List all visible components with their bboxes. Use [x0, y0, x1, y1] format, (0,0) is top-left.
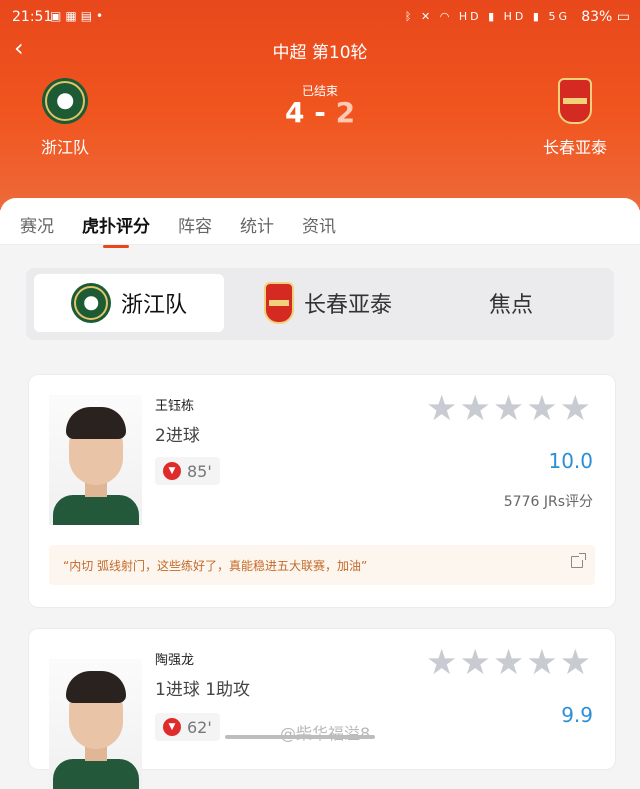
star-icon[interactable]: ★ — [493, 643, 526, 683]
player-name: 陶强龙 — [155, 653, 195, 668]
watermark: @柴华福溢8 — [280, 724, 371, 743]
match-header: 21:51 ▣▦▤• ᛒ ✕ ◠ HD ▮ HD ▮ 5G 83% ▭ ‹ 中超… — [0, 0, 640, 210]
star-icon[interactable]: ★ — [560, 643, 593, 683]
score-separator: - — [314, 96, 326, 129]
signal-icon: ▮ — [488, 10, 498, 23]
subtab-home-team[interactable]: 浙江队 — [34, 274, 224, 332]
external-link-icon[interactable] — [571, 553, 586, 568]
dot-icon: • — [96, 9, 108, 23]
subtab-label: 浙江队 — [120, 293, 187, 318]
star-icon[interactable]: ★ — [493, 389, 526, 429]
wifi-icon: ◠ — [439, 10, 453, 23]
away-team-name: 长春亚泰 — [542, 138, 607, 157]
battery-icon: ▭ — [616, 9, 630, 25]
star-icon[interactable]: ★ — [426, 389, 459, 429]
rating-votes: 5776 JRs评分 — [503, 494, 593, 510]
notification-icons: ▣▦▤• — [50, 9, 107, 23]
hot-comment[interactable]: “内切 弧线射门，这些练好了，真能稳进五大联赛，加油” — [49, 545, 595, 585]
tab-news[interactable]: 资讯 — [302, 212, 336, 237]
zhejiang-logo-icon — [70, 283, 111, 323]
doc-icon: ▤ — [80, 9, 97, 23]
player-photo — [49, 395, 142, 525]
player-photo — [49, 659, 142, 789]
away-score: 2 — [335, 96, 356, 129]
subtab-focus[interactable]: 焦点 — [426, 274, 596, 332]
match-round-title: 中超 第10轮 — [272, 43, 368, 63]
tab-ratings[interactable]: 虎扑评分 — [82, 212, 150, 248]
star-icon[interactable]: ★ — [560, 389, 593, 429]
tab-match-live[interactable]: 赛况 — [20, 212, 54, 237]
star-icon[interactable]: ★ — [459, 389, 492, 429]
home-score: 4 — [284, 96, 305, 129]
mute-icon: ✕ — [421, 10, 434, 23]
hd-label: HD — [503, 10, 527, 23]
star-icon[interactable]: ★ — [426, 643, 459, 683]
team-selector: 浙江队 长春亚泰 焦点 — [26, 268, 614, 340]
sub-off-icon: ▼ — [163, 718, 181, 736]
sub-minute: 85' — [187, 461, 212, 481]
player-name: 王钰栋 — [155, 399, 195, 414]
changchun-logo-icon — [263, 282, 294, 324]
player-rating-card[interactable]: 王钰栋 2进球 ▼ 85' ★★★★★ 10.0 5776 JRs评分 “内切 … — [28, 374, 616, 608]
star-icon[interactable]: ★ — [526, 643, 559, 683]
away-team[interactable]: 长春亚泰 — [510, 78, 640, 158]
indicator-icons: ᛒ ✕ ◠ HD ▮ HD ▮ 5G — [405, 10, 570, 23]
signal-icon: ▮ — [532, 10, 542, 23]
battery-level: 83% ▭ — [581, 9, 630, 25]
substitution-badge: ▼ 62' — [155, 713, 220, 741]
player-stat: 2进球 — [155, 426, 200, 446]
substitution-badge: ▼ 85' — [155, 457, 220, 485]
sub-off-icon: ▼ — [163, 462, 181, 480]
rating-stars[interactable]: ★★★★★ — [426, 391, 593, 427]
app-icon: ▦ — [65, 9, 81, 23]
sub-minute: 62' — [187, 717, 212, 737]
home-indicator[interactable] — [225, 735, 375, 739]
player-rating: 9.9 — [561, 703, 593, 727]
star-icon[interactable]: ★ — [526, 389, 559, 429]
comment-text: “内切 弧线射门，这些练好了，真能稳进五大联赛，加油” — [63, 559, 368, 573]
changchun-logo-icon — [558, 78, 592, 124]
player-rating-card[interactable]: 陶强龙 1进球 1助攻 ▼ 62' ★★★★★ 9.9 — [28, 628, 616, 789]
status-bar: 21:51 ▣▦▤• ᛒ ✕ ◠ HD ▮ HD ▮ 5G 83% ▭ — [0, 6, 640, 30]
image-icon: ▣ — [50, 9, 66, 23]
subtab-label: 长春亚泰 — [303, 293, 392, 318]
subtab-away-team[interactable]: 长春亚泰 — [228, 274, 428, 332]
home-team-name: 浙江队 — [40, 138, 89, 157]
tab-bar: 赛况 虎扑评分 阵容 统计 资讯 — [0, 198, 640, 248]
rating-stars[interactable]: ★★★★★ — [426, 645, 593, 681]
tab-stats[interactable]: 统计 — [240, 212, 274, 237]
star-icon[interactable]: ★ — [459, 643, 492, 683]
network-label: 5G — [548, 10, 570, 23]
player-stat: 1进球 1助攻 — [155, 680, 251, 700]
subtab-label: 焦点 — [488, 293, 533, 318]
tab-lineup[interactable]: 阵容 — [178, 212, 212, 237]
status-time: 21:51 — [12, 9, 53, 25]
bluetooth-icon: ᛒ — [404, 10, 415, 23]
hd-label: HD — [458, 10, 482, 23]
player-rating: 10.0 — [548, 449, 593, 473]
